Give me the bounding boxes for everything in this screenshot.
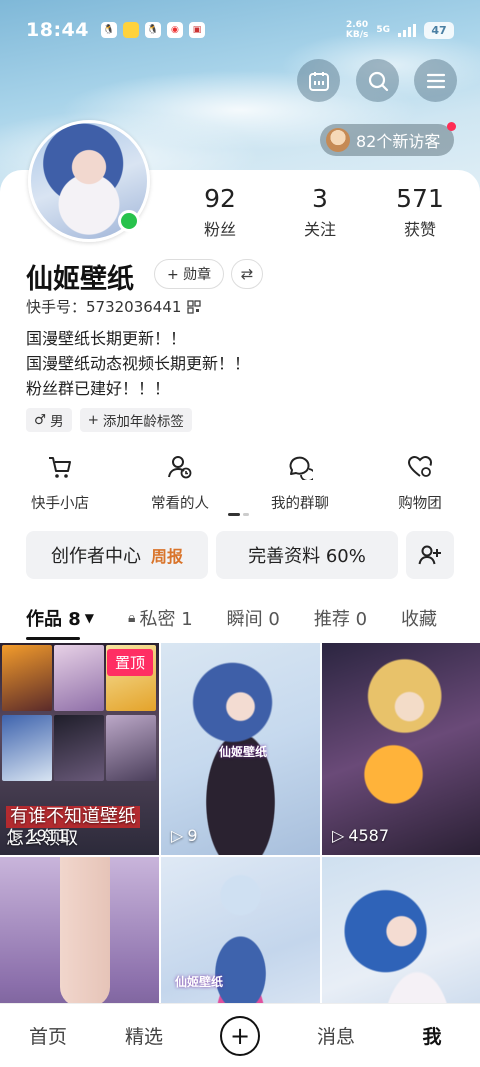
battery-icon: 47 — [424, 21, 454, 39]
weibo-icon: ◉ — [166, 22, 183, 38]
weekly-report-label: 周报 — [150, 547, 183, 566]
app-icon: ▣ — [188, 22, 205, 38]
badge-button[interactable]: + 勋章 — [154, 259, 225, 289]
male-icon: ♂ — [34, 412, 47, 428]
complete-profile-button[interactable]: 完善资料 60% — [216, 531, 398, 579]
nav-messages[interactable]: 消息 — [288, 1022, 384, 1049]
shortcut-group-chat[interactable]: 我的群聊 — [240, 452, 360, 513]
action-row: 创作者中心 周报 完善资料 60% — [26, 531, 454, 579]
work-item[interactable]: ▷ 4587 — [322, 643, 480, 855]
chevron-down-icon: ▼ — [84, 611, 95, 625]
heart-group-icon — [360, 452, 480, 482]
tab-private[interactable]: 🔒︎ 私密 1 — [128, 605, 193, 631]
tab-works[interactable]: 作品 8 ▼ — [26, 605, 94, 631]
kuaishou-id[interactable]: 快手号：5732036441 — [26, 296, 202, 317]
status-app-icons: 🐧 🐧 ◉ ▣ — [100, 22, 205, 38]
profile-stats: 92 粉丝 3 关注 571 获赞 — [170, 184, 470, 240]
shortcut-pager — [228, 513, 250, 516]
play-count: ▷ 1911 — [10, 826, 68, 845]
profile-bio: 国漫壁纸长期更新！！ 国漫壁纸动态视频长期更新！！ 粉丝群已建好！！！ — [26, 329, 251, 398]
swap-icon: ⇄ — [240, 265, 254, 283]
play-icon: ▷ — [332, 826, 345, 845]
work-watermark: 仙姬壁纸 — [219, 745, 268, 759]
work-watermark: 仙姬壁纸 — [175, 975, 224, 989]
bottom-navigation: 首页 精选 + 消息 我 — [0, 1003, 480, 1067]
nav-me[interactable]: 我 — [384, 1022, 480, 1049]
profile-tags: ♂ 男 + 添加年龄标签 — [26, 408, 192, 432]
network-speed: 2.60 KB/s — [345, 20, 369, 40]
search-icon — [368, 71, 388, 91]
person-icon — [120, 452, 240, 482]
gender-tag[interactable]: ♂ 男 — [26, 408, 72, 432]
stat-following[interactable]: 3 关注 — [270, 184, 370, 240]
menu-button[interactable] — [414, 59, 457, 102]
shortcut-shop[interactable]: 快手小店 — [0, 452, 120, 513]
stat-likes[interactable]: 571 获赞 — [370, 184, 470, 240]
cart-icon — [0, 452, 120, 482]
qq-icon: 🐧 — [144, 22, 161, 38]
add-user-icon — [418, 545, 441, 565]
play-count: ▷ 9 — [171, 826, 198, 845]
qq-icon: 🐧 — [100, 22, 117, 38]
stat-fans[interactable]: 92 粉丝 — [170, 184, 270, 240]
shortcut-row: 快手小店 常看的人 我的群聊 购物团 — [0, 452, 480, 513]
plus-icon: + — [220, 1015, 260, 1056]
online-status-dot — [118, 210, 140, 232]
qr-code-icon — [187, 299, 202, 314]
work-item[interactable]: 置顶 有谁不知道壁纸 怎么领取 ▷ 1911 — [0, 643, 159, 855]
status-time: 18:44 — [26, 19, 89, 41]
calendar-icon — [308, 71, 329, 91]
creator-center-button[interactable]: 创作者中心 周报 — [26, 531, 208, 579]
content-tabs: 作品 8 ▼ 🔒︎ 私密 1 瞬间 0 推荐 0 收藏 — [26, 598, 480, 638]
play-icon: ▷ — [171, 826, 184, 845]
search-button[interactable] — [356, 59, 399, 102]
app-icon — [122, 22, 139, 38]
new-visitors-button[interactable]: 82个新访客 — [320, 122, 457, 156]
calendar-button[interactable] — [297, 59, 340, 102]
chat-icon — [240, 452, 360, 482]
shortcut-frequent-people[interactable]: 常看的人 — [120, 452, 240, 513]
tab-recommend[interactable]: 推荐 0 — [314, 605, 367, 631]
status-bar: 18:44 🐧 🐧 ◉ ▣ 2.60 KB/s 5G 47 — [0, 0, 480, 60]
shortcut-shopping-group[interactable]: 购物团 — [360, 452, 480, 513]
add-friend-button[interactable] — [406, 531, 454, 579]
tab-moments[interactable]: 瞬间 0 — [227, 605, 280, 631]
lock-icon: 🔒︎ — [128, 610, 136, 626]
work-item[interactable]: 仙姬壁纸 ▷ 9 — [161, 643, 320, 855]
menu-icon — [426, 73, 445, 88]
signal-icon — [398, 23, 416, 37]
visitors-label: 82个新访客 — [356, 132, 441, 151]
pinned-badge: 置顶 — [106, 649, 153, 676]
plus-icon: + — [87, 412, 99, 428]
active-tab-indicator — [26, 637, 80, 640]
nav-featured[interactable]: 精选 — [96, 1022, 192, 1049]
add-age-tag[interactable]: + 添加年龄标签 — [79, 408, 192, 432]
nav-home[interactable]: 首页 — [0, 1022, 96, 1049]
tab-favorites[interactable]: 收藏 — [401, 605, 437, 631]
play-count: ▷ 4587 — [332, 826, 390, 845]
switch-account-button[interactable]: ⇄ — [231, 259, 263, 289]
visitor-avatar — [326, 128, 350, 152]
network-type: 5G — [376, 25, 390, 35]
nav-create[interactable]: + — [192, 1015, 288, 1056]
profile-name: 仙姬壁纸 — [26, 264, 134, 295]
play-icon: ▷ — [10, 826, 23, 845]
